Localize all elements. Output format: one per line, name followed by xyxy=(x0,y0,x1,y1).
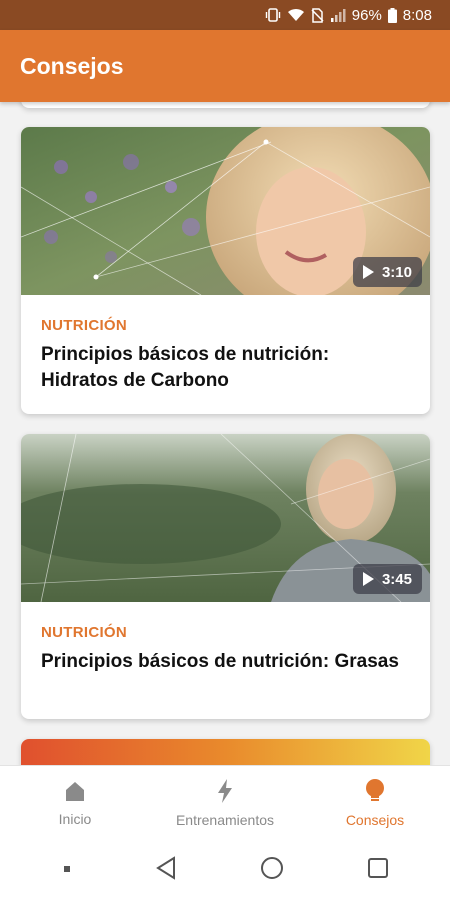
wifi-icon xyxy=(287,8,305,22)
card-title: Principios básicos de nutrición: Grasas xyxy=(41,651,399,672)
vibrate-icon xyxy=(265,8,281,22)
tips-list[interactable]: 3:10 NUTRICIÓN Principios básicos de nut… xyxy=(0,102,450,765)
video-duration-badge: 3:45 xyxy=(352,564,422,594)
nav-item-entrenamientos[interactable]: Entrenamientos xyxy=(150,766,300,840)
battery-percent: 96% xyxy=(351,6,382,24)
lightning-icon xyxy=(216,778,234,806)
nav-label: Consejos xyxy=(345,811,405,828)
bottom-nav: Inicio Entrenamientos Consejos xyxy=(0,765,450,840)
back-icon[interactable] xyxy=(155,855,177,885)
home-button-icon[interactable] xyxy=(260,856,284,885)
video-duration: 3:10 xyxy=(381,263,412,281)
recents-icon[interactable] xyxy=(367,857,389,884)
nav-item-inicio[interactable]: Inicio xyxy=(0,766,150,840)
tip-card[interactable]: 3:10 NUTRICIÓN Principios básicos de nut… xyxy=(21,127,430,414)
dot-icon[interactable] xyxy=(62,861,72,879)
video-thumbnail[interactable]: 3:45 xyxy=(21,434,430,602)
page-title: Consejos xyxy=(20,52,124,79)
card-next[interactable] xyxy=(21,739,430,765)
card-title: Principios básicos de nutrición: Hidrato… xyxy=(41,344,330,391)
nav-label: Entrenamientos xyxy=(175,811,275,828)
signal-icon xyxy=(330,8,346,22)
video-duration-badge: 3:10 xyxy=(352,257,422,287)
home-icon xyxy=(64,780,86,805)
system-nav-bar xyxy=(0,840,450,900)
video-thumbnail[interactable]: 3:10 xyxy=(21,127,430,295)
nav-item-consejos[interactable]: Consejos xyxy=(300,766,450,840)
lightbulb-icon xyxy=(364,778,386,806)
status-time: 8:08 xyxy=(402,6,432,24)
app-bar: Consejos xyxy=(0,30,450,102)
no-sim-icon xyxy=(311,7,324,23)
card-previous[interactable] xyxy=(21,102,430,108)
play-icon xyxy=(362,265,374,279)
status-bar: 96% 8:08 xyxy=(0,0,450,30)
video-duration: 3:45 xyxy=(381,570,412,588)
tip-card[interactable]: 3:45 NUTRICIÓN Principios básicos de nut… xyxy=(21,434,430,719)
nav-label: Inicio xyxy=(58,810,92,827)
play-icon xyxy=(362,572,374,586)
battery-icon xyxy=(387,7,397,23)
card-category: NUTRICIÓN xyxy=(41,624,128,641)
card-category: NUTRICIÓN xyxy=(41,317,128,334)
